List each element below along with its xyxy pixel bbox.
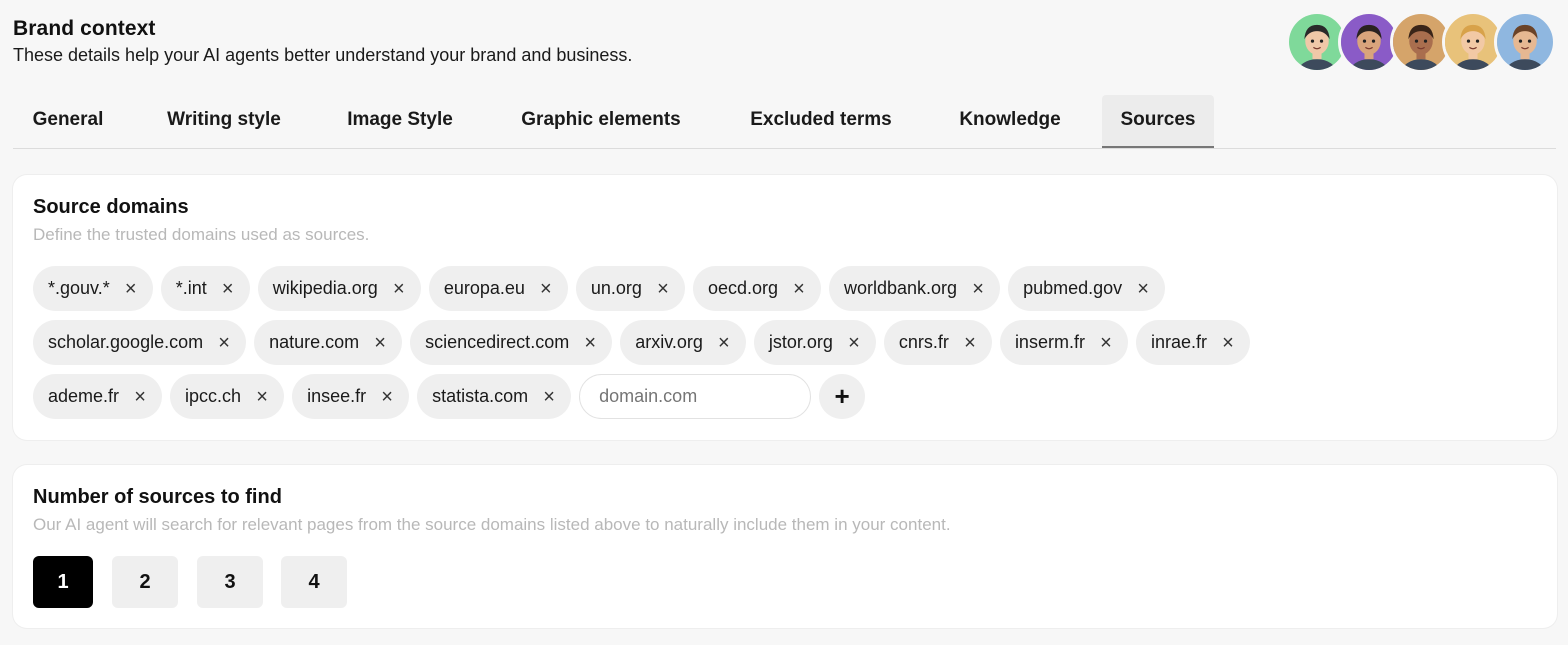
domain-chip: scholar.google.com × <box>33 320 247 365</box>
domain-chip: pubmed.gov × <box>1008 266 1166 311</box>
remove-domain-icon[interactable]: × <box>971 279 985 299</box>
remove-domain-icon[interactable]: × <box>542 387 556 407</box>
domain-input[interactable] <box>579 374 812 419</box>
domain-chip: europa.eu × <box>428 266 568 311</box>
source-count-option-2[interactable]: 2 <box>112 556 178 608</box>
domain-chip: nature.com × <box>254 320 403 365</box>
domain-chip-label: statista.com <box>432 386 529 406</box>
source-count-option-4[interactable]: 4 <box>281 556 347 608</box>
remove-domain-icon[interactable]: × <box>221 279 235 299</box>
tab-image-style[interactable]: Image Style <box>325 95 475 148</box>
remove-domain-icon[interactable]: × <box>1099 333 1113 353</box>
domain-chip: arxiv.org × <box>620 320 746 365</box>
agent-avatars <box>1286 11 1556 73</box>
number-of-sources-card: Number of sources to find Our AI agent w… <box>13 465 1557 628</box>
domain-chip: inserm.fr × <box>999 320 1128 365</box>
domain-chip: jstor.org × <box>753 320 876 365</box>
domain-chip: ademe.fr × <box>33 374 163 419</box>
domain-chip: statista.com × <box>417 374 572 419</box>
domain-chip-label: jstor.org <box>768 332 833 352</box>
source-count-option-1[interactable]: 1 <box>33 556 93 608</box>
domain-chip-label: arxiv.org <box>635 332 703 352</box>
domain-chip: ipcc.ch × <box>170 374 285 419</box>
domain-chip-label: sciencedirect.com <box>425 332 570 352</box>
page-title: Brand context <box>13 17 156 40</box>
domain-chip: un.org × <box>575 266 685 311</box>
domain-chip-label: europa.eu <box>443 278 525 298</box>
domain-chip: *.int × <box>160 266 250 311</box>
header: Brand context These details help your AI… <box>13 16 632 66</box>
domain-chip-label: scholar.google.com <box>48 332 204 352</box>
remove-domain-icon[interactable]: × <box>963 333 977 353</box>
source-domains-description: Define the trusted domains used as sourc… <box>33 225 370 244</box>
domain-chip-label: ademe.fr <box>48 386 120 406</box>
domain-chip-label: nature.com <box>269 332 360 352</box>
domain-chip: insee.fr × <box>292 374 410 419</box>
domain-chip-label: oecd.org <box>707 278 778 298</box>
domain-chip: cnrs.fr × <box>883 320 992 365</box>
remove-domain-icon[interactable]: × <box>124 279 138 299</box>
remove-domain-icon[interactable]: × <box>133 387 147 407</box>
remove-domain-icon[interactable]: × <box>583 333 597 353</box>
domain-chip-label: cnrs.fr <box>898 332 949 352</box>
source-count-option-3[interactable]: 3 <box>197 556 263 608</box>
tab-excluded-terms[interactable]: Excluded terms <box>726 95 916 148</box>
domain-chip: *.gouv.* × <box>33 266 153 311</box>
remove-domain-icon[interactable]: × <box>1221 333 1235 353</box>
remove-domain-icon[interactable]: × <box>1136 279 1150 299</box>
domain-chip-label: inrae.fr <box>1150 332 1207 352</box>
remove-domain-icon[interactable]: × <box>217 333 231 353</box>
domain-chip-label: *.int <box>175 278 207 298</box>
number-of-sources-description: Our AI agent will search for relevant pa… <box>33 515 951 534</box>
remove-domain-icon[interactable]: × <box>255 387 269 407</box>
remove-domain-icon[interactable]: × <box>717 333 731 353</box>
number-of-sources-title: Number of sources to find <box>33 486 282 508</box>
source-domains-card: Source domains Define the trusted domain… <box>13 175 1557 440</box>
domain-chip-label: insee.fr <box>307 386 367 406</box>
domain-chip: sciencedirect.com × <box>410 320 613 365</box>
remove-domain-icon[interactable]: × <box>656 279 670 299</box>
avatar-icon <box>1494 11 1556 73</box>
domain-chip: oecd.org × <box>692 266 821 311</box>
page-subtitle: These details help your AI agents better… <box>13 45 633 65</box>
domain-chip-label: ipcc.ch <box>185 386 242 406</box>
domain-chip: wikipedia.org × <box>257 266 421 311</box>
remove-domain-icon[interactable]: × <box>392 279 406 299</box>
remove-domain-icon[interactable]: × <box>373 333 387 353</box>
remove-domain-icon[interactable]: × <box>539 279 553 299</box>
domain-chip-label: inserm.fr <box>1014 332 1085 352</box>
remove-domain-icon[interactable]: × <box>380 387 394 407</box>
domain-chip-label: pubmed.gov <box>1023 278 1123 298</box>
tab-bar: General Writing style Image Style Graphi… <box>13 95 1556 149</box>
domain-chip-label: *.gouv.* <box>48 278 110 298</box>
tab-general[interactable]: General <box>13 95 123 148</box>
domain-chip-label: wikipedia.org <box>272 278 378 298</box>
tab-knowledge[interactable]: Knowledge <box>936 95 1084 148</box>
domain-chip: inrae.fr × <box>1135 320 1250 365</box>
domain-chip: worldbank.org × <box>829 266 1001 311</box>
remove-domain-icon[interactable]: × <box>792 279 806 299</box>
add-domain-button[interactable]: + <box>819 374 866 419</box>
tab-graphic-elements[interactable]: Graphic elements <box>495 95 707 148</box>
tab-writing-style[interactable]: Writing style <box>143 95 305 148</box>
domain-chip-label: worldbank.org <box>844 278 958 298</box>
tab-sources[interactable]: Sources <box>1102 95 1214 148</box>
source-domains-title: Source domains <box>33 196 189 218</box>
domain-chip-label: un.org <box>590 278 642 298</box>
remove-domain-icon[interactable]: × <box>847 333 861 353</box>
